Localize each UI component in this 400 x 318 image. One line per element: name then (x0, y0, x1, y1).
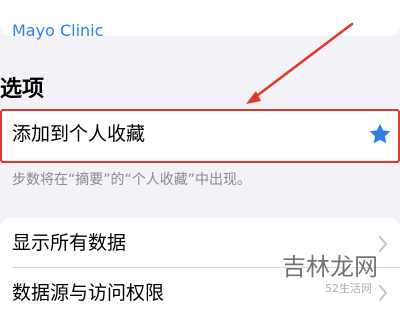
source-link-mayo-clinic[interactable]: Mayo Clinic (12, 20, 103, 42)
chevron-right-icon (379, 285, 387, 301)
star-icon[interactable] (368, 122, 392, 146)
options-section-header: 选项 (0, 77, 45, 102)
show-all-data-row[interactable]: 显示所有数据 (12, 230, 126, 256)
data-sources-access-row[interactable]: 数据源与访问权限 (12, 280, 164, 306)
chevron-right-icon (379, 236, 387, 252)
add-to-favorites-label: 添加到个人收藏 (12, 123, 146, 145)
watermark-subtext: 52生活网 (325, 282, 372, 295)
favorites-footnote: 步数将在“摘要”的“个人收藏”中出现。 (12, 172, 252, 188)
watermark: 吉林龙网 (282, 253, 378, 281)
